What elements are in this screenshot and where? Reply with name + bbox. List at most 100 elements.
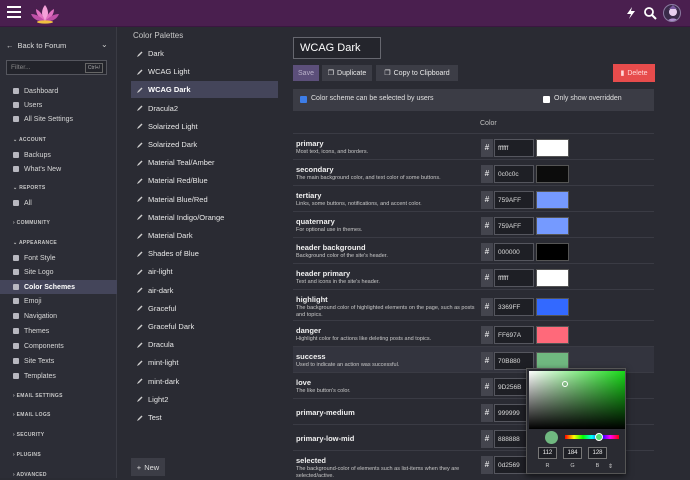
section-appearance[interactable]: ⌄ APPEARANCE — [13, 240, 57, 246]
palette-item[interactable]: Material Indigo/Orange — [131, 209, 278, 226]
save-button[interactable]: Save — [293, 65, 319, 81]
color-swatch[interactable] — [536, 298, 569, 316]
user-avatar[interactable] — [663, 4, 681, 22]
color-swatch[interactable] — [536, 191, 569, 209]
green-input[interactable]: 184 — [563, 447, 582, 459]
red-input[interactable]: 112 — [538, 447, 557, 459]
palette-item[interactable]: Material Dark — [131, 227, 278, 244]
sidebar-item-site-logo[interactable]: Site Logo — [0, 265, 117, 279]
palette-item[interactable]: Material Blue/Red — [131, 191, 278, 208]
duplicate-button[interactable]: ❐ Duplicate — [322, 65, 372, 81]
section-email-logs[interactable]: › EMAIL LOGS — [13, 412, 51, 418]
palette-item[interactable]: Material Red/Blue — [131, 172, 278, 189]
palette-item[interactable]: mint-dark — [131, 373, 278, 390]
palette-item[interactable]: Dark — [131, 45, 278, 62]
color-swatch[interactable] — [536, 217, 569, 235]
hex-input[interactable]: FF697A — [494, 326, 534, 344]
section-advanced[interactable]: › ADVANCED — [13, 472, 47, 478]
sidebar-item-themes[interactable]: Themes — [0, 324, 117, 338]
color-swatch[interactable] — [536, 269, 569, 287]
color-swatch[interactable] — [536, 326, 569, 344]
hue-slider[interactable] — [565, 435, 619, 439]
hex-input[interactable]: 759AFF — [494, 217, 534, 235]
palette-item[interactable]: Dracula — [131, 336, 278, 353]
palette-item[interactable]: Solarized Dark — [131, 136, 278, 153]
palette-item[interactable]: air-light — [131, 263, 278, 280]
sidebar-item-all-site-settings[interactable]: All Site Settings — [0, 112, 117, 126]
hash-prefix: # — [481, 269, 493, 287]
sidebar-item-backups[interactable]: Backups — [0, 148, 117, 162]
hex-input[interactable]: ffffff — [494, 269, 534, 287]
palette-item[interactable]: mint-light — [131, 354, 278, 371]
pencil-icon — [137, 269, 143, 275]
palette-item[interactable]: WCAG Dark — [131, 81, 278, 99]
scheme-name-input[interactable]: WCAG Dark — [293, 37, 381, 59]
hex-input[interactable]: 000000 — [494, 243, 534, 261]
sidebar-item-site-texts[interactable]: Site Texts — [0, 354, 117, 368]
palette-item[interactable]: Solarized Light — [131, 118, 278, 135]
color-swatch[interactable] — [536, 243, 569, 261]
hex-input[interactable]: 0c0c0c — [494, 165, 534, 183]
saturation-area[interactable] — [529, 371, 625, 429]
color-name: tertiary — [296, 191, 322, 200]
user-selectable-checkbox[interactable] — [300, 96, 307, 103]
sidebar-item-navigation[interactable]: Navigation — [0, 309, 117, 323]
color-row: secondary The main background color, and … — [293, 159, 654, 185]
palette-item[interactable]: Graceful Dark — [131, 318, 278, 335]
admin-sidebar: ← Back to Forum ⌄ Filter... Ctrl+/ Dashb… — [0, 27, 117, 478]
collapse-sidebar-icon[interactable]: ⌄ — [101, 40, 108, 49]
back-to-forum-link[interactable]: ← Back to Forum — [6, 41, 66, 50]
hash-prefix: # — [481, 430, 493, 448]
sidebar-item-users[interactable]: Users — [0, 98, 117, 112]
section-community[interactable]: › COMMUNITY — [13, 220, 50, 226]
palette-item[interactable]: Test — [131, 409, 278, 426]
palette-item[interactable]: Dracula2 — [131, 100, 278, 117]
palette-item[interactable]: Graceful — [131, 300, 278, 317]
search-icon[interactable] — [643, 6, 657, 20]
section-plugins[interactable]: › PLUGINS — [13, 452, 41, 458]
sidebar-item-color-schemes[interactable]: Color Schemes — [0, 280, 117, 294]
hex-input[interactable]: 3369FF — [494, 298, 534, 316]
hex-input[interactable]: ffffff — [494, 139, 534, 157]
pencil-icon — [137, 160, 143, 166]
sidebar-item-all-reports[interactable]: All — [0, 196, 117, 210]
sidebar-item-whats-new[interactable]: What's New — [0, 162, 117, 176]
copy-to-clipboard-button[interactable]: ❐ Copy to Clipboard — [376, 65, 458, 81]
sidebar-item-components[interactable]: Components — [0, 339, 117, 353]
lotus-logo[interactable] — [30, 3, 60, 24]
sidebar-item-font-style[interactable]: Font Style — [0, 251, 117, 265]
palette-item[interactable]: Material Teal/Amber — [131, 154, 278, 171]
only-show-overridden-checkbox[interactable] — [543, 96, 550, 103]
pencil-icon — [137, 287, 143, 294]
section-account[interactable]: ⌄ ACCOUNT — [13, 137, 46, 143]
color-swatch[interactable] — [536, 139, 569, 157]
pencil-icon — [137, 251, 143, 257]
hash-prefix: # — [481, 243, 493, 261]
sidebar-filter-input[interactable]: Filter... Ctrl+/ — [6, 60, 107, 75]
sidebar-item-emoji[interactable]: Emoji — [0, 294, 117, 308]
new-palette-button[interactable]: + New — [131, 458, 165, 476]
palette-item[interactable]: WCAG Light — [131, 63, 278, 80]
palette-item[interactable]: air-dark — [131, 282, 278, 299]
sidebar-item-templates[interactable]: Templates — [0, 369, 117, 383]
color-name: primary-medium — [296, 408, 355, 417]
section-reports[interactable]: ⌄ REPORTS — [13, 185, 45, 191]
pencil-icon — [137, 214, 143, 221]
palette-item[interactable]: Shades of Blue — [131, 245, 278, 262]
section-email-settings[interactable]: › EMAIL SETTINGS — [13, 393, 63, 399]
hex-input[interactable]: 759AFF — [494, 191, 534, 209]
blue-input[interactable]: 128 — [588, 447, 607, 459]
lightning-icon[interactable] — [624, 6, 638, 20]
format-toggle-icon[interactable]: ⇕ — [608, 463, 613, 470]
pencil-icon — [137, 196, 143, 203]
sidebar-item-dashboard[interactable]: Dashboard — [0, 84, 117, 98]
section-security[interactable]: › SECURITY — [13, 432, 44, 438]
pencil-icon — [137, 324, 143, 330]
hue-slider-handle[interactable] — [595, 433, 603, 441]
hamburger-menu-icon[interactable] — [7, 6, 21, 20]
color-swatch[interactable] — [536, 165, 569, 183]
pencil-icon — [137, 378, 143, 385]
saturation-handle[interactable] — [562, 381, 568, 387]
palette-item[interactable]: Light2 — [131, 391, 278, 408]
delete-button[interactable]: ▮ Delete — [613, 64, 655, 82]
